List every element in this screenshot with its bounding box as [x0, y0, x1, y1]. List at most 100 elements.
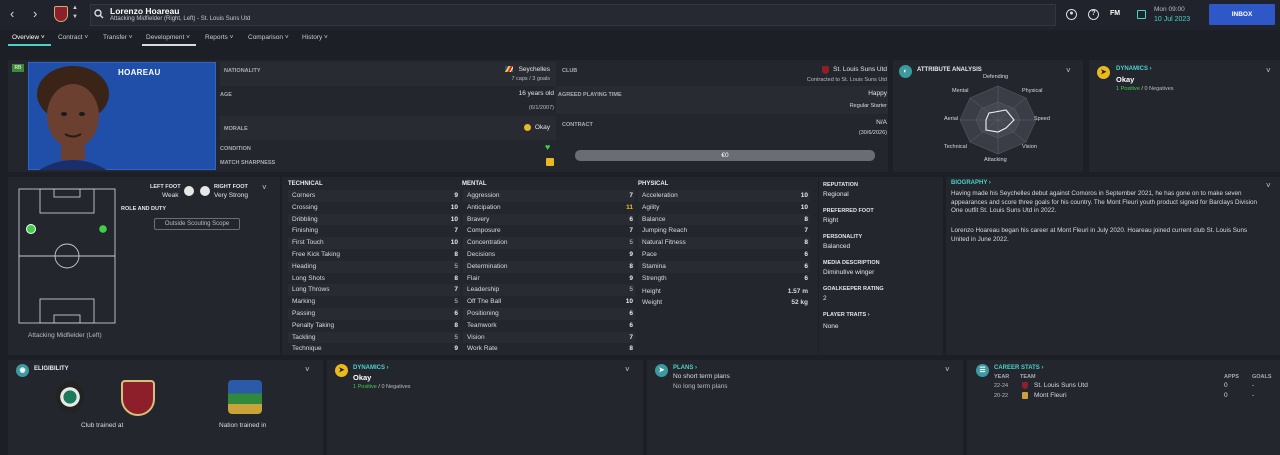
ball-icon[interactable]: ●: [1066, 9, 1077, 20]
club-value[interactable]: St. Louis Suns Utd: [790, 66, 887, 73]
attribute-row[interactable]: Penalty Taking 8: [288, 320, 460, 332]
dynamics-top-dropdown-icon[interactable]: ˅: [1266, 66, 1271, 75]
chevron-up-icon[interactable]: ▲: [72, 5, 78, 11]
biography-title[interactable]: BIOGRAPHY ›: [951, 180, 991, 186]
career-stats-icon: ☰: [976, 364, 989, 377]
left-foot-label: LEFT FOOT: [150, 184, 181, 190]
age-value: 16 years old: [518, 90, 554, 97]
attribute-row[interactable]: Aggression 7: [463, 190, 635, 202]
attribute-row[interactable]: Balance 8: [638, 213, 810, 226]
tab-transfer[interactable]: Transfer ˅: [103, 34, 133, 41]
help-icon[interactable]: ?: [1088, 9, 1099, 20]
attribute-name: Finishing: [292, 227, 319, 235]
career-apps: 0: [1224, 382, 1228, 389]
chevron-down-icon[interactable]: ▼: [72, 14, 78, 20]
attribute-row[interactable]: Technique 9: [288, 343, 460, 355]
attribute-value: 11: [626, 203, 633, 211]
long-term-plans: No long term plans: [673, 383, 728, 390]
attribute-row[interactable]: Off The Ball 10: [463, 296, 635, 308]
right-foot-icon: [200, 186, 210, 196]
date-label: 10 Jul 2023: [1154, 16, 1191, 23]
attribute-row[interactable]: Composure 7: [463, 225, 635, 237]
attribute-row[interactable]: Teamwork 6: [463, 320, 635, 332]
tab-comparison[interactable]: Comparison ˅: [248, 34, 289, 41]
back-arrow-icon[interactable]: ‹: [10, 7, 14, 21]
attribute-row[interactable]: Corners 9: [288, 190, 460, 202]
player-traits-label[interactable]: PLAYER TRAITS ›: [823, 312, 870, 318]
attribute-value: 5: [454, 262, 458, 270]
attribute-row[interactable]: Pace 6: [638, 249, 810, 261]
tab-reports[interactable]: Reports ˅: [205, 34, 233, 41]
tab-development[interactable]: Development ˅: [146, 34, 190, 41]
attribute-row[interactable]: Long Shots 8: [288, 273, 460, 285]
attribute-row[interactable]: Decisions 9: [463, 249, 635, 261]
dynamics-bottom-dropdown-icon[interactable]: ˅: [625, 365, 630, 374]
attribute-row[interactable]: Work Rate 8: [463, 343, 635, 355]
fm-menu-button[interactable]: FM: [1110, 10, 1120, 17]
career-col-apps: APPS: [1224, 374, 1239, 380]
search-icon[interactable]: [94, 9, 104, 19]
attribute-row[interactable]: Positioning 6: [463, 308, 635, 320]
attribute-row[interactable]: Passing 6: [288, 308, 460, 320]
tab-contract[interactable]: Contract ˅: [58, 34, 88, 41]
attribute-row[interactable]: Tackling 5: [288, 331, 460, 344]
attribute-row[interactable]: Bravery 6: [463, 213, 635, 226]
attribute-row[interactable]: Vision 7: [463, 331, 635, 344]
tab-history[interactable]: History ˅: [302, 34, 328, 41]
dynamics-bottom-title[interactable]: DYNAMICS ›: [353, 365, 389, 371]
nationality-value[interactable]: Seychelles: [470, 66, 550, 73]
media-description-label: MEDIA DESCRIPTION: [823, 260, 880, 266]
position-dropdown-icon[interactable]: ˅: [262, 183, 267, 192]
left-foot-icon: [184, 186, 194, 196]
attribute-row[interactable]: Strength 6: [638, 273, 810, 285]
attribute-row[interactable]: Dribbling 10: [288, 213, 460, 226]
title-box[interactable]: [90, 4, 1056, 26]
attribute-row[interactable]: Acceleration 10: [638, 190, 810, 202]
player-traits-value: None: [823, 323, 839, 330]
attribute-row[interactable]: Concentration 5: [463, 237, 635, 249]
inbox-button[interactable]: INBOX: [1209, 4, 1275, 25]
attribute-name: Flair: [467, 274, 480, 282]
attribute-row[interactable]: Stamina 6: [638, 260, 810, 273]
forward-arrow-icon[interactable]: ›: [33, 7, 37, 21]
mental-title: MENTAL: [462, 181, 487, 187]
attribute-row[interactable]: Leadership 5: [463, 284, 635, 297]
attribute-row[interactable]: Finishing 7: [288, 225, 460, 237]
attribute-row[interactable]: Flair 9: [463, 273, 635, 285]
attribute-value: 10: [625, 298, 633, 306]
dynamics-top-title[interactable]: DYNAMICS ›: [1116, 66, 1152, 72]
attribute-row[interactable]: Free Kick Taking 8: [288, 249, 460, 261]
attribute-row[interactable]: Determination 8: [463, 260, 635, 273]
attribute-value: 6: [629, 310, 633, 317]
tab-overview[interactable]: Overview ˅: [12, 34, 45, 41]
attribute-row[interactable]: Agility 10: [638, 202, 810, 214]
gk-rating-value: 2: [823, 295, 827, 302]
attribute-row[interactable]: Anticipation 11: [463, 202, 635, 214]
analysis-dropdown-icon[interactable]: ˅: [1066, 66, 1071, 75]
attribute-row[interactable]: Natural Fitness 8: [638, 237, 810, 249]
attribute-row[interactable]: Heading 5: [288, 260, 460, 273]
calendar-icon[interactable]: [1137, 10, 1146, 19]
attribute-value: 7: [629, 227, 633, 235]
preferred-foot-value: Right: [823, 217, 839, 224]
biography-dropdown-icon[interactable]: ˅: [1266, 181, 1271, 190]
attribute-value: 7: [629, 333, 633, 341]
value-bar[interactable]: €0: [575, 150, 875, 161]
playing-time-label: AGREED PLAYING TIME: [558, 92, 622, 98]
attribute-value: 10: [800, 192, 808, 199]
attribute-name: Acceleration: [642, 192, 678, 199]
attribute-value: 6: [804, 274, 808, 282]
attribute-row[interactable]: Crossing 10: [288, 202, 460, 214]
attribute-row[interactable]: First Touch 10: [288, 237, 460, 249]
plans-title[interactable]: PLANS ›: [673, 365, 697, 371]
eligibility-dropdown-icon[interactable]: ˅: [305, 365, 310, 374]
sharpness-icon: [546, 158, 554, 166]
club-crest-icon[interactable]: [54, 6, 68, 22]
attribute-row[interactable]: Marking 5: [288, 296, 460, 308]
attribute-row[interactable]: Long Throws 7: [288, 284, 460, 297]
career-stats-title[interactable]: CAREER STATS ›: [994, 365, 1043, 371]
attribute-row[interactable]: Jumping Reach 7: [638, 225, 810, 237]
scouting-scope-button[interactable]: Outside Scouting Scope: [154, 218, 240, 230]
plans-dropdown-icon[interactable]: ˅: [945, 365, 950, 374]
player-surname: HOAREAU: [118, 68, 161, 77]
